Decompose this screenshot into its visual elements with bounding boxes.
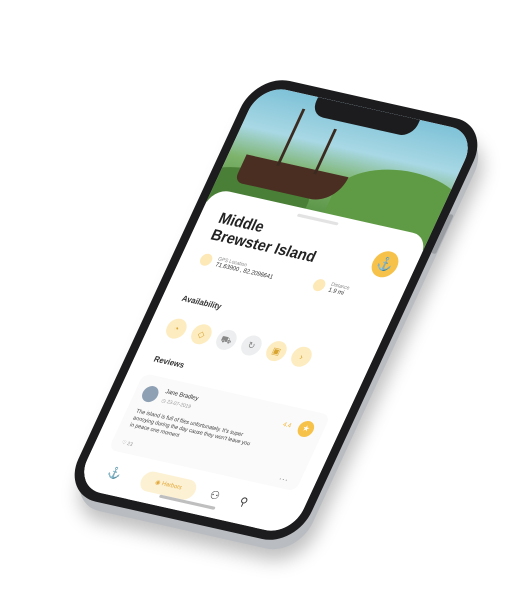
availability-heading: Availability [180, 293, 224, 312]
refresh-icon[interactable]: ↻ [237, 333, 266, 358]
review-likes: ♡ 23 [120, 439, 134, 449]
bag-icon[interactable]: ▣ [262, 339, 291, 363]
anchor-icon[interactable]: ⚓ [105, 465, 124, 481]
more-icon[interactable]: › [287, 344, 316, 369]
phone-mockup: Middle Brewster Island ⚓ GPS Location 71… [62, 73, 490, 547]
cart-icon[interactable]: ⛟ [212, 328, 241, 352]
review-more-button[interactable]: ... [278, 472, 291, 483]
likes-count: 23 [125, 440, 134, 449]
profile-icon[interactable]: ⚲ [237, 495, 250, 509]
distance-info: Distance 1.9 mi [310, 278, 350, 297]
group-icon[interactable]: ⚇ [207, 488, 222, 503]
star-button[interactable]: ★ [294, 419, 317, 439]
detail-card: Middle Brewster Island ⚓ GPS Location 71… [74, 187, 430, 536]
reviews-heading: Reviews [152, 354, 187, 370]
scene: Middle Brewster Island ⚓ GPS Location 71… [0, 0, 505, 599]
tag-icon[interactable]: ◇ [187, 322, 216, 347]
ship-mast [276, 108, 306, 167]
avatar [139, 384, 162, 404]
review-date-text: 23-07-2019 [165, 399, 192, 411]
phone-screen: Middle Brewster Island ⚓ GPS Location 71… [74, 84, 478, 536]
nav-explore-label: Harbors [160, 481, 183, 492]
ship-mast [313, 128, 337, 175]
clock-icon[interactable]: ◔ [162, 316, 191, 341]
distance-icon [310, 278, 328, 293]
review-rating: 4.4 [281, 421, 292, 430]
review-text: The island is full of flies unfortunatel… [128, 408, 252, 448]
sheet-handle[interactable] [296, 213, 339, 226]
gps-info: GPS Location 71.63900 , 82.2096641 [197, 252, 277, 281]
anchor-button[interactable]: ⚓ [367, 248, 403, 280]
location-icon [197, 252, 215, 267]
